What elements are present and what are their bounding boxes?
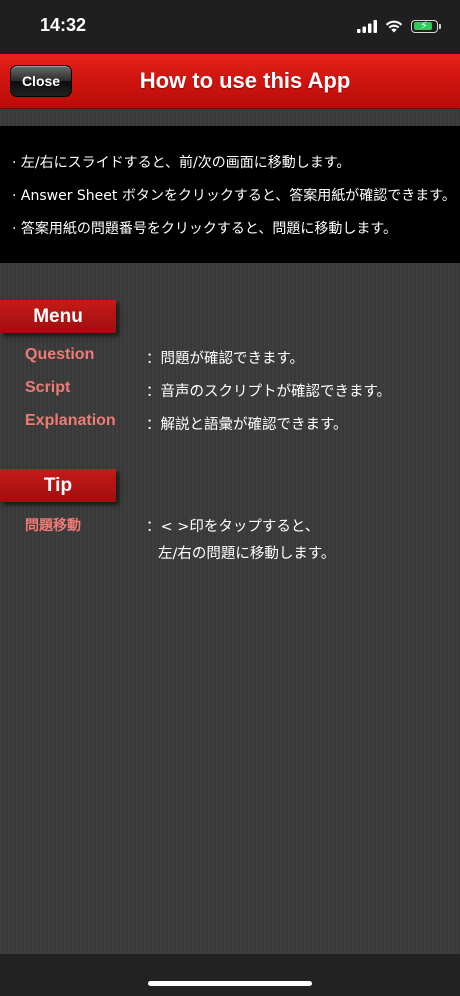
menu-section-header: Menu	[0, 300, 116, 333]
battery-charging-icon: ⚡	[411, 18, 441, 33]
battery-cap	[439, 23, 441, 29]
menu-item-explanation-label: Explanation	[25, 412, 116, 429]
instructions-panel: · 左/右にスライドすると、前/次の画面に移動します。 · Answer She…	[0, 126, 460, 263]
tip-item-desc-line1: ：< >印をタップすると、	[146, 519, 320, 535]
menu-item-question-desc: ：問題が確認できます。	[146, 351, 305, 367]
instruction-line: · 答案用紙の問題番号をクリックすると、問題に移動します。	[12, 221, 397, 237]
app-screen: 14:32 ⚡ Close How to use this App · 左/右に…	[0, 0, 460, 996]
home-indicator[interactable]	[148, 981, 312, 986]
menu-item-question-label: Question	[25, 346, 95, 363]
tip-section-header: Tip	[0, 469, 116, 502]
signal-icon	[357, 19, 377, 33]
wifi-icon	[385, 20, 403, 33]
menu-item-script-label: Script	[25, 379, 71, 396]
tip-item-label: 問題移動	[25, 517, 81, 533]
menu-item-explanation-desc: ：解説と語彙が確認できます。	[146, 417, 348, 433]
bottom-bar	[0, 954, 460, 996]
tip-item-desc-line2: 左/右の問題に移動します。	[158, 546, 336, 562]
close-button[interactable]: Close	[10, 65, 72, 97]
charging-bolt-icon: ⚡	[420, 18, 428, 32]
status-bar: 14:32 ⚡	[0, 0, 460, 54]
instruction-line: · 左/右にスライドすると、前/次の画面に移動します。	[12, 155, 351, 171]
instruction-line: · Answer Sheet ボタンをクリックすると、答案用紙が確認できます。	[12, 188, 456, 204]
menu-item-script-desc: ：音声のスクリプトが確認できます。	[146, 384, 392, 400]
status-time: 14:32	[40, 15, 87, 35]
nav-bar: Close How to use this App	[0, 54, 460, 109]
status-icons: ⚡	[357, 17, 441, 35]
page-title: How to use this App	[139, 68, 351, 93]
